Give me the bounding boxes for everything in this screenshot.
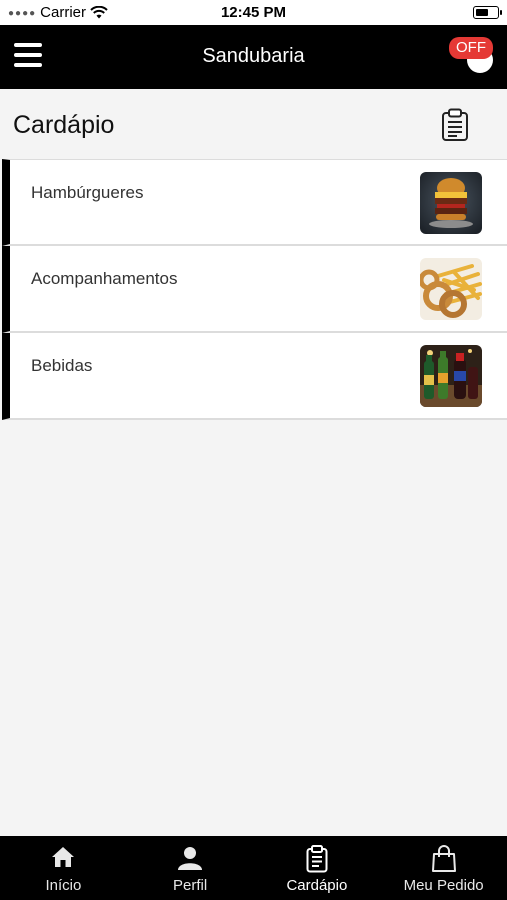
menu-item-hamburgueres[interactable]: Hambúrgueres (2, 159, 507, 246)
drinks-image (420, 345, 482, 407)
tab-perfil[interactable]: Perfil (127, 836, 254, 900)
app-title: Sandubaria (202, 45, 305, 67)
menu-item-acompanhamentos[interactable]: Acompanhamentos (2, 246, 507, 333)
navigation-bar: Sandubaria OFF (0, 25, 507, 89)
battery-icon (473, 6, 502, 19)
tab-meu-pedido[interactable]: Meu Pedido (380, 836, 507, 900)
tab-cardapio[interactable]: Cardápio (254, 836, 381, 900)
fries-image (420, 258, 482, 320)
tab-label: Cardápio (286, 877, 348, 894)
burger-image (420, 172, 482, 234)
menu-item-label: Bebidas (31, 356, 93, 375)
menu-item-bebidas[interactable]: Bebidas (2, 333, 507, 420)
menu-item-label: Hambúrgueres (31, 183, 144, 202)
order-summary-button[interactable] (441, 108, 469, 142)
page-title: Cardápio (13, 111, 115, 139)
menu-category-list: Hambúrgueres Acompanhamentos Bebidas (2, 159, 507, 420)
shopping-bag-icon (431, 845, 457, 878)
tab-bar: Início Perfil Cardápio Meu Pedido (0, 836, 507, 900)
person-icon (177, 845, 203, 876)
tab-inicio[interactable]: Início (0, 836, 127, 900)
clipboard-icon (306, 845, 328, 878)
home-icon (50, 845, 76, 874)
status-bar: ●●●● Carrier 12:45 PM (0, 0, 507, 25)
off-badge: OFF (449, 37, 493, 59)
page-header: Cardápio (0, 89, 507, 159)
status-time: 12:45 PM (220, 4, 287, 21)
tab-label: Meu Pedido (403, 877, 484, 894)
clipboard-icon (442, 108, 468, 141)
menu-item-label: Acompanhamentos (31, 269, 178, 288)
store-status-button[interactable]: OFF (449, 37, 493, 73)
tab-label: Início (45, 877, 82, 894)
tab-label: Perfil (173, 877, 208, 894)
